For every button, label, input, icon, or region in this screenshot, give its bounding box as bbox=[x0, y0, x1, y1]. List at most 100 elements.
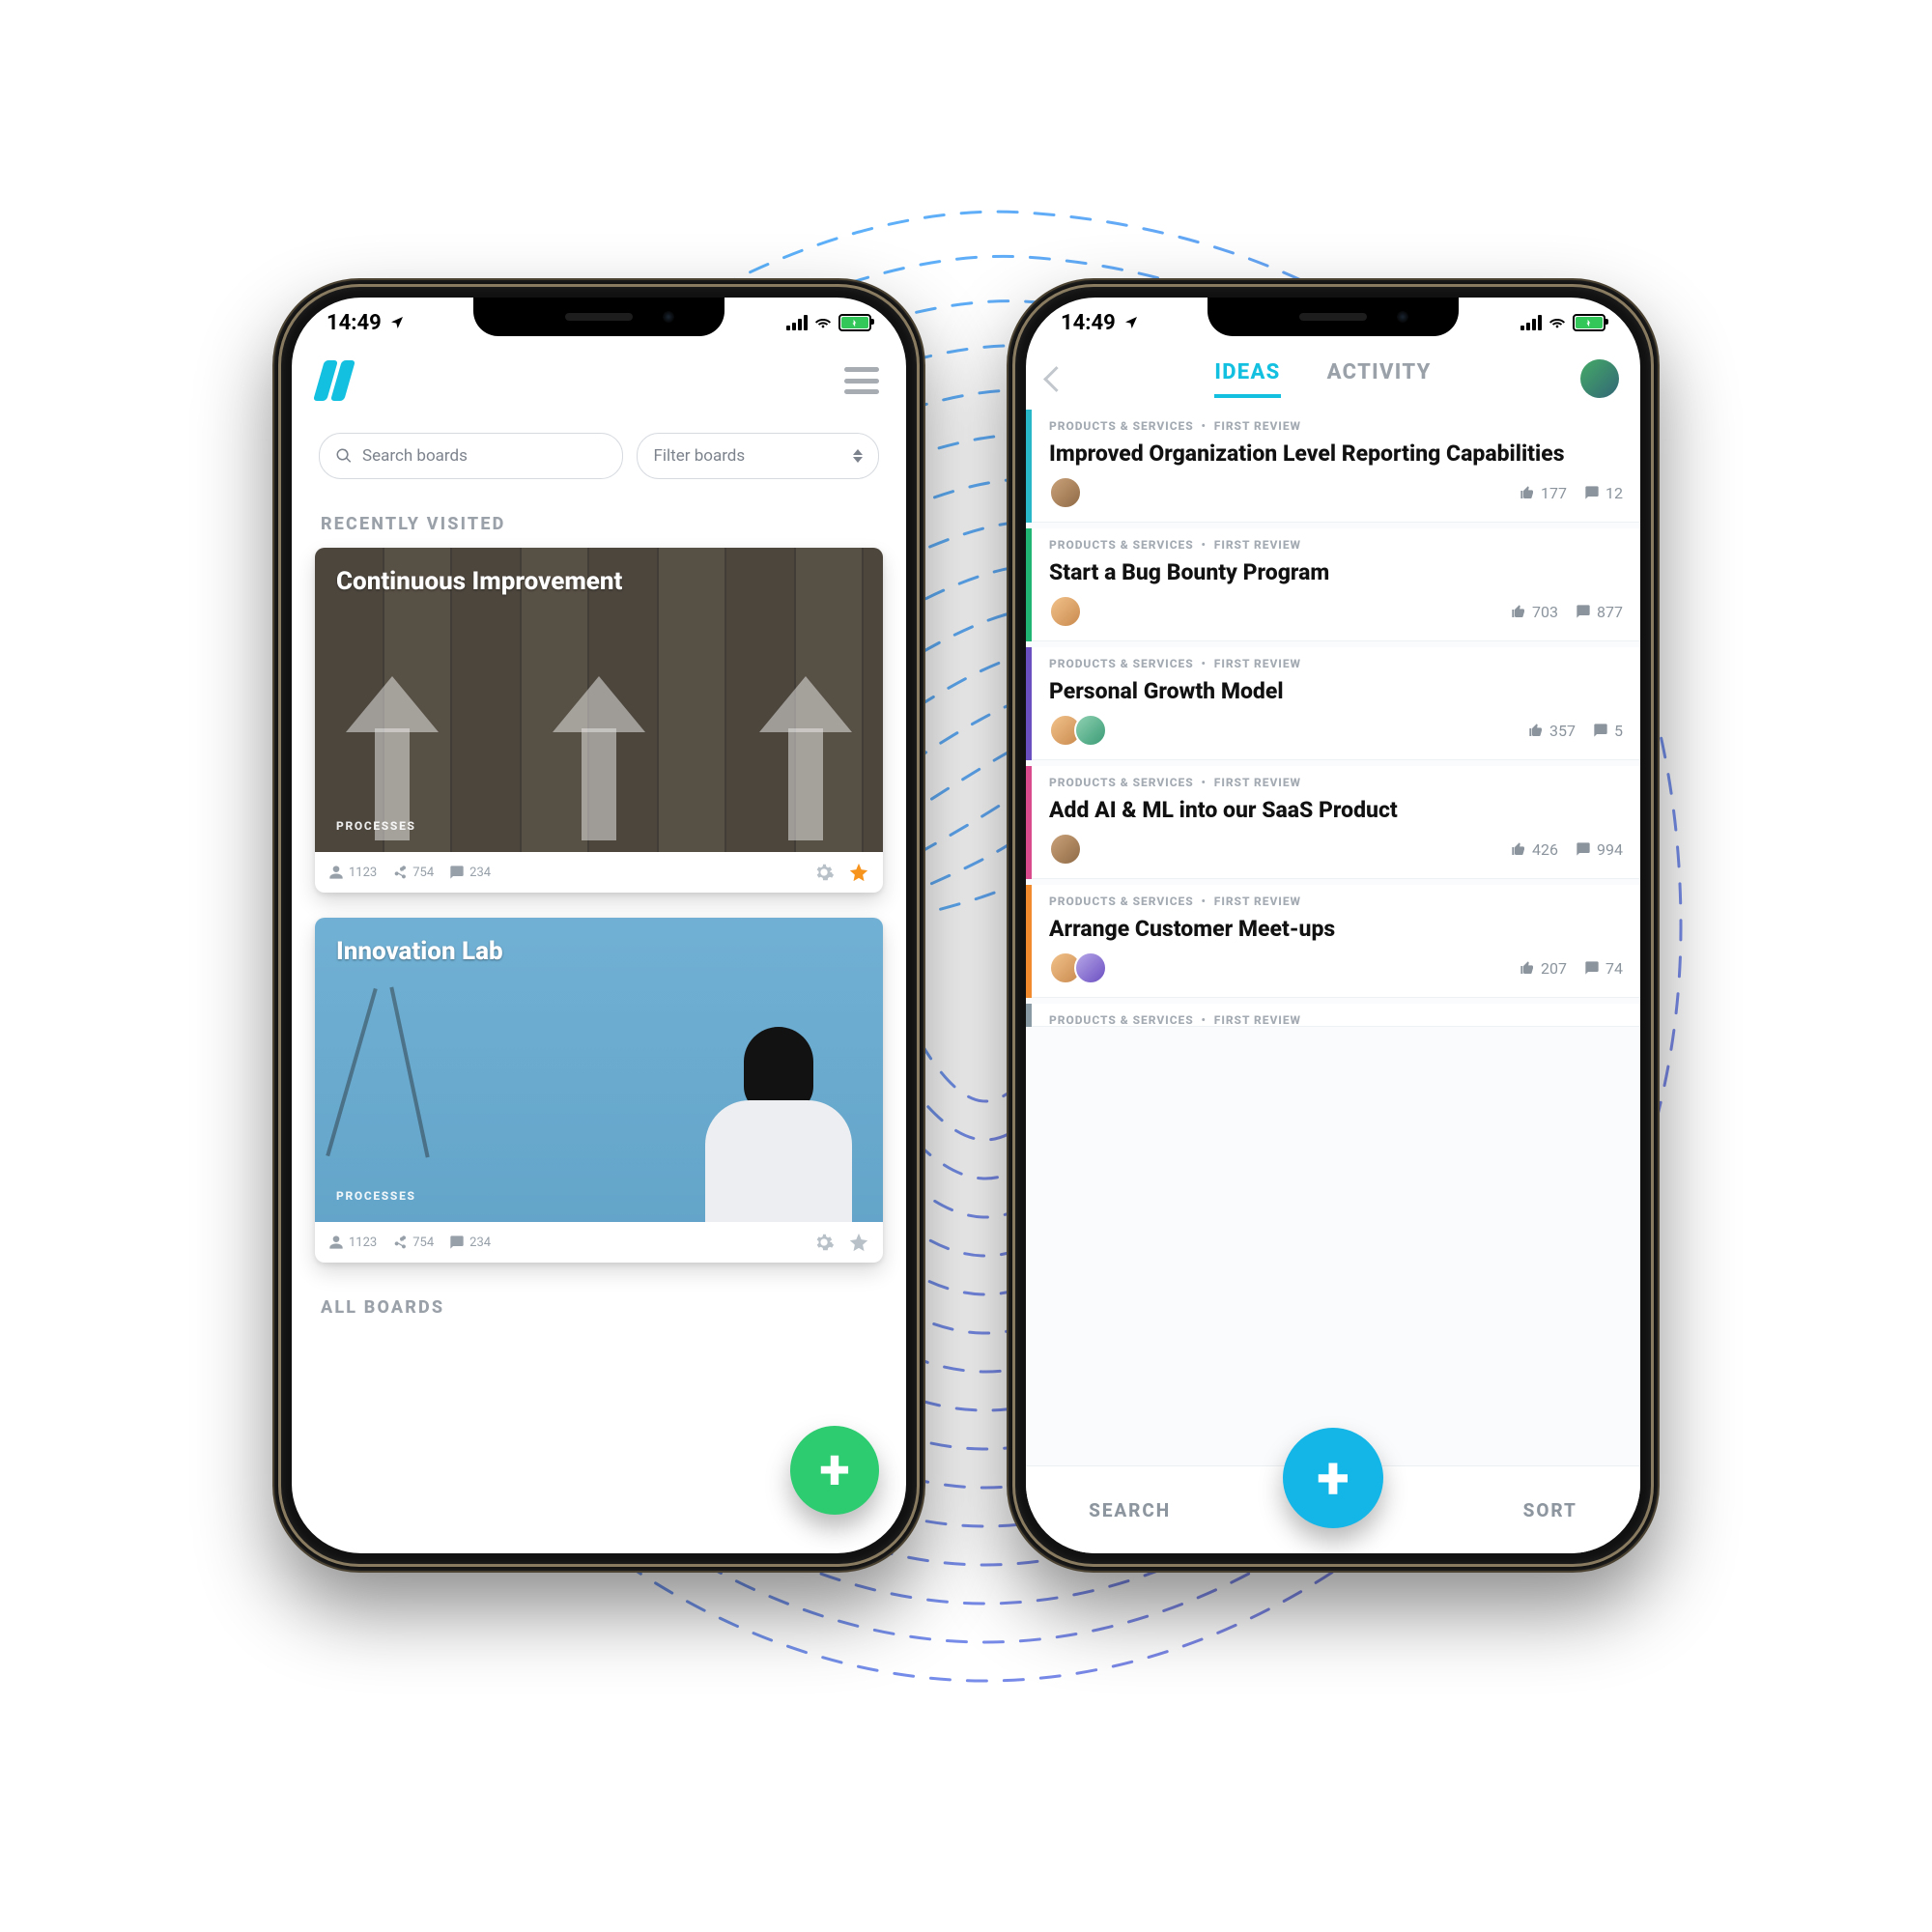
thumbs-up-icon bbox=[1528, 723, 1544, 738]
idea-crumbs: PRODUCTS & SERVICES • FIRST REVIEW bbox=[1049, 538, 1623, 552]
idea-card[interactable]: PRODUCTS & SERVICES • FIRST REVIEW Add A… bbox=[1026, 766, 1640, 879]
comments-count: 74 bbox=[1584, 959, 1623, 978]
wifi-icon bbox=[815, 315, 831, 330]
add-idea-fab[interactable]: + bbox=[1283, 1428, 1383, 1528]
idea-card[interactable]: PRODUCTS & SERVICES • FIRST REVIEW Impro… bbox=[1026, 410, 1640, 523]
comment-icon bbox=[1584, 960, 1600, 976]
filter-label: Filter boards bbox=[653, 446, 745, 466]
status-time: 14:49 bbox=[1061, 311, 1116, 335]
sort-toggle-icon bbox=[853, 449, 863, 463]
comments-count: 12 bbox=[1584, 484, 1623, 502]
likes-count: 426 bbox=[1511, 840, 1558, 859]
idea-crumbs: PRODUCTS & SERVICES • FIRST REVIEW bbox=[1049, 1013, 1623, 1027]
wifi-icon bbox=[1549, 315, 1565, 330]
battery-icon bbox=[838, 314, 871, 331]
arrow-up-icon bbox=[551, 676, 647, 840]
status-time: 14:49 bbox=[327, 311, 382, 335]
contributors-count: 754 bbox=[392, 865, 434, 880]
person-icon bbox=[328, 865, 344, 880]
idea-crumbs: PRODUCTS & SERVICES • FIRST REVIEW bbox=[1049, 895, 1623, 908]
thumbs-up-icon bbox=[1520, 960, 1535, 976]
battery-icon bbox=[1573, 314, 1605, 331]
board-category: PROCESSES bbox=[336, 1189, 862, 1203]
idea-card[interactable]: PRODUCTS & SERVICES • FIRST REVIEW Start… bbox=[1026, 528, 1640, 641]
idea-title: Add AI & ML into our SaaS Product bbox=[1049, 797, 1623, 823]
search-placeholder: Search boards bbox=[362, 446, 468, 466]
search-icon bbox=[335, 447, 353, 465]
comment-icon bbox=[1584, 485, 1600, 500]
idea-card[interactable]: PRODUCTS & SERVICES • FIRST REVIEW bbox=[1026, 1004, 1640, 1027]
idea-title: Personal Growth Model bbox=[1049, 678, 1623, 704]
share-icon bbox=[392, 1235, 408, 1250]
idea-title: Improved Organization Level Reporting Ca… bbox=[1049, 440, 1623, 467]
idea-avatars bbox=[1049, 833, 1074, 866]
thumbs-up-icon bbox=[1511, 604, 1526, 619]
phone-ideas: 14:49 IDEAS ACTIVITY bbox=[1009, 280, 1658, 1571]
notch bbox=[473, 298, 724, 336]
add-board-fab[interactable]: + bbox=[790, 1426, 879, 1515]
menu-button[interactable] bbox=[844, 367, 879, 394]
comment-icon bbox=[449, 1235, 465, 1250]
filter-button[interactable]: Filter boards bbox=[637, 433, 879, 479]
thumbs-up-icon bbox=[1511, 841, 1526, 857]
search-button[interactable]: SEARCH bbox=[1089, 1499, 1171, 1521]
idea-card[interactable]: PRODUCTS & SERVICES • FIRST REVIEW Arran… bbox=[1026, 885, 1640, 998]
all-boards-heading: ALL BOARDS bbox=[292, 1288, 906, 1331]
decorative-scaffold bbox=[350, 985, 543, 1159]
ideas-list[interactable]: PRODUCTS & SERVICES • FIRST REVIEW Impro… bbox=[1026, 410, 1640, 1466]
phone-boards: 14:49 bbox=[274, 280, 923, 1571]
idea-title: Arrange Customer Meet-ups bbox=[1049, 916, 1623, 942]
likes-count: 703 bbox=[1511, 603, 1558, 621]
likes-count: 357 bbox=[1528, 722, 1576, 740]
idea-card[interactable]: PRODUCTS & SERVICES • FIRST REVIEW Perso… bbox=[1026, 647, 1640, 760]
share-icon bbox=[392, 865, 408, 880]
idea-crumbs: PRODUCTS & SERVICES • FIRST REVIEW bbox=[1049, 776, 1623, 789]
person-icon bbox=[328, 1235, 344, 1250]
board-category: PROCESSES bbox=[336, 819, 862, 833]
idea-crumbs: PRODUCTS & SERVICES • FIRST REVIEW bbox=[1049, 657, 1623, 670]
idea-avatars bbox=[1049, 714, 1099, 747]
gear-icon[interactable] bbox=[813, 862, 835, 883]
comment-icon bbox=[1576, 841, 1591, 857]
likes-count: 207 bbox=[1520, 959, 1567, 978]
tab-activity[interactable]: ACTIVITY bbox=[1327, 360, 1432, 398]
board-card[interactable]: Innovation Lab PROCESSES 1123 bbox=[315, 918, 883, 1263]
likes-count: 177 bbox=[1520, 484, 1567, 502]
cell-signal-icon bbox=[1520, 315, 1542, 330]
idea-title: Start a Bug Bounty Program bbox=[1049, 559, 1623, 585]
idea-crumbs: PRODUCTS & SERVICES • FIRST REVIEW bbox=[1049, 419, 1623, 433]
idea-avatars bbox=[1049, 595, 1074, 628]
notch bbox=[1208, 298, 1459, 336]
idea-avatars bbox=[1049, 952, 1099, 984]
sort-button[interactable]: SORT bbox=[1523, 1499, 1577, 1521]
comments-count: 234 bbox=[449, 865, 491, 880]
arrow-up-icon bbox=[344, 676, 440, 840]
board-title: Innovation Lab bbox=[336, 937, 862, 966]
board-card[interactable]: Continuous Improvement PROCESSES 1123 bbox=[315, 548, 883, 893]
avatar[interactable] bbox=[1580, 359, 1619, 398]
comments-count: 877 bbox=[1576, 603, 1623, 621]
cell-signal-icon bbox=[786, 315, 808, 330]
comments-count: 994 bbox=[1576, 840, 1623, 859]
thumbs-up-icon bbox=[1520, 485, 1535, 500]
comments-count: 234 bbox=[449, 1235, 491, 1250]
tab-ideas[interactable]: IDEAS bbox=[1214, 360, 1280, 398]
back-button[interactable] bbox=[1043, 366, 1069, 392]
idea-avatars bbox=[1049, 476, 1074, 509]
recently-visited-heading: RECENTLY VISITED bbox=[292, 504, 906, 548]
board-title: Continuous Improvement bbox=[336, 567, 862, 596]
comment-icon bbox=[449, 865, 465, 880]
location-arrow-icon bbox=[1123, 315, 1139, 330]
gear-icon[interactable] bbox=[813, 1232, 835, 1253]
star-icon[interactable] bbox=[848, 1232, 869, 1253]
arrow-up-icon bbox=[757, 676, 854, 840]
comment-icon bbox=[1576, 604, 1591, 619]
star-icon[interactable] bbox=[848, 862, 869, 883]
search-input[interactable]: Search boards bbox=[319, 433, 623, 479]
app-logo bbox=[313, 360, 355, 401]
contributors-count: 754 bbox=[392, 1235, 434, 1250]
plus-icon: + bbox=[1317, 1443, 1349, 1514]
location-arrow-icon bbox=[389, 315, 405, 330]
comments-count: 5 bbox=[1593, 722, 1623, 740]
members-count: 1123 bbox=[328, 1235, 377, 1250]
